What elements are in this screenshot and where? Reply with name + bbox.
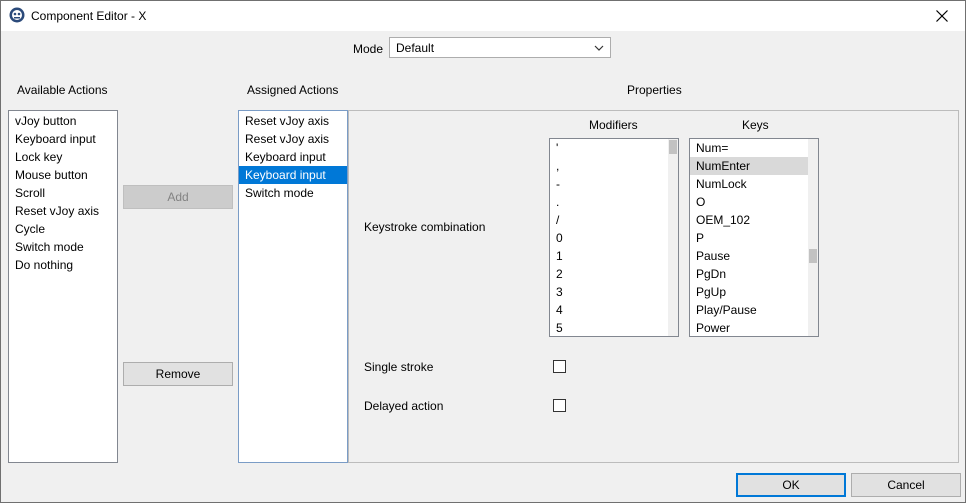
list-item[interactable]: 1 (550, 247, 678, 265)
list-item[interactable]: . (550, 193, 678, 211)
list-item[interactable]: vJoy button (9, 112, 117, 130)
close-icon (936, 10, 948, 22)
close-button[interactable] (919, 1, 965, 31)
mode-select-value: Default (396, 41, 435, 55)
available-actions-header: Available Actions (17, 83, 108, 97)
list-item[interactable]: O (690, 193, 818, 211)
assigned-actions-list[interactable]: Reset vJoy axis Reset vJoy axis Keyboard… (238, 110, 348, 463)
modifiers-list[interactable]: ' , - . / 0 1 2 3 4 5 (549, 138, 679, 337)
list-item[interactable]: Reset vJoy axis (239, 130, 347, 148)
list-item[interactable]: ' (550, 139, 678, 157)
modifiers-header: Modifiers (589, 118, 638, 132)
list-item[interactable]: OEM_102 (690, 211, 818, 229)
modifiers-scroll-thumb[interactable] (669, 140, 677, 154)
list-item[interactable]: 3 (550, 283, 678, 301)
add-button[interactable]: Add (123, 185, 233, 209)
list-item[interactable]: Reset vJoy axis (239, 112, 347, 130)
list-item[interactable]: 0 (550, 229, 678, 247)
list-item[interactable]: Play/Pause (690, 301, 818, 319)
list-item[interactable]: Do nothing (9, 256, 117, 274)
keys-list[interactable]: Num= NumEnter NumLock O OEM_102 P Pause … (689, 138, 819, 337)
properties-header: Properties (627, 83, 682, 97)
chevron-down-icon (594, 45, 604, 51)
delayed-action-label: Delayed action (364, 399, 444, 413)
assigned-actions-header: Assigned Actions (247, 83, 339, 97)
list-item[interactable]: Mouse button (9, 166, 117, 184)
list-item[interactable]: P (690, 229, 818, 247)
list-item[interactable]: Switch mode (239, 184, 347, 202)
list-item[interactable]: - (550, 175, 678, 193)
properties-panel: Keystroke combination Modifiers Keys ' ,… (348, 110, 959, 463)
remove-button[interactable]: Remove (123, 362, 233, 386)
mode-label: Mode (353, 42, 384, 56)
keys-header: Keys (742, 118, 769, 132)
list-item[interactable]: Lock key (9, 148, 117, 166)
list-item[interactable]: 4 (550, 301, 678, 319)
single-stroke-checkbox[interactable] (553, 360, 566, 373)
list-item[interactable]: Switch mode (9, 238, 117, 256)
list-item[interactable]: 5 (550, 319, 678, 336)
app-icon (9, 7, 25, 23)
list-item-selected[interactable]: Keyboard input (239, 166, 347, 184)
list-item[interactable]: PgDn (690, 265, 818, 283)
delayed-action-checkbox[interactable] (553, 399, 566, 412)
single-stroke-label: Single stroke (364, 360, 434, 374)
list-item-highlighted[interactable]: NumEnter (690, 157, 818, 175)
window-title: Component Editor - X (31, 9, 147, 23)
list-item[interactable]: Keyboard input (9, 130, 117, 148)
list-item[interactable]: , (550, 157, 678, 175)
list-item[interactable]: / (550, 211, 678, 229)
title-bar: Component Editor - X (1, 1, 965, 31)
mode-select[interactable]: Default (389, 37, 611, 58)
ok-button[interactable]: OK (736, 473, 846, 497)
list-item[interactable]: Pause (690, 247, 818, 265)
keystroke-combination-label: Keystroke combination (364, 220, 486, 234)
list-item[interactable]: Power (690, 319, 818, 336)
list-item[interactable]: Reset vJoy axis (9, 202, 117, 220)
keys-scroll-thumb[interactable] (809, 249, 817, 263)
component-editor-window: Component Editor - X Mode Default Availa… (0, 0, 966, 503)
list-item[interactable]: Num= (690, 139, 818, 157)
list-item[interactable]: Keyboard input (239, 148, 347, 166)
available-actions-list[interactable]: vJoy button Keyboard input Lock key Mous… (8, 110, 118, 463)
list-item[interactable]: 2 (550, 265, 678, 283)
list-item[interactable]: PgUp (690, 283, 818, 301)
modifiers-scrollbar[interactable] (668, 139, 678, 336)
list-item[interactable]: NumLock (690, 175, 818, 193)
list-item[interactable]: Cycle (9, 220, 117, 238)
list-item[interactable]: Scroll (9, 184, 117, 202)
keys-scrollbar[interactable] (808, 139, 818, 336)
cancel-button[interactable]: Cancel (851, 473, 961, 497)
